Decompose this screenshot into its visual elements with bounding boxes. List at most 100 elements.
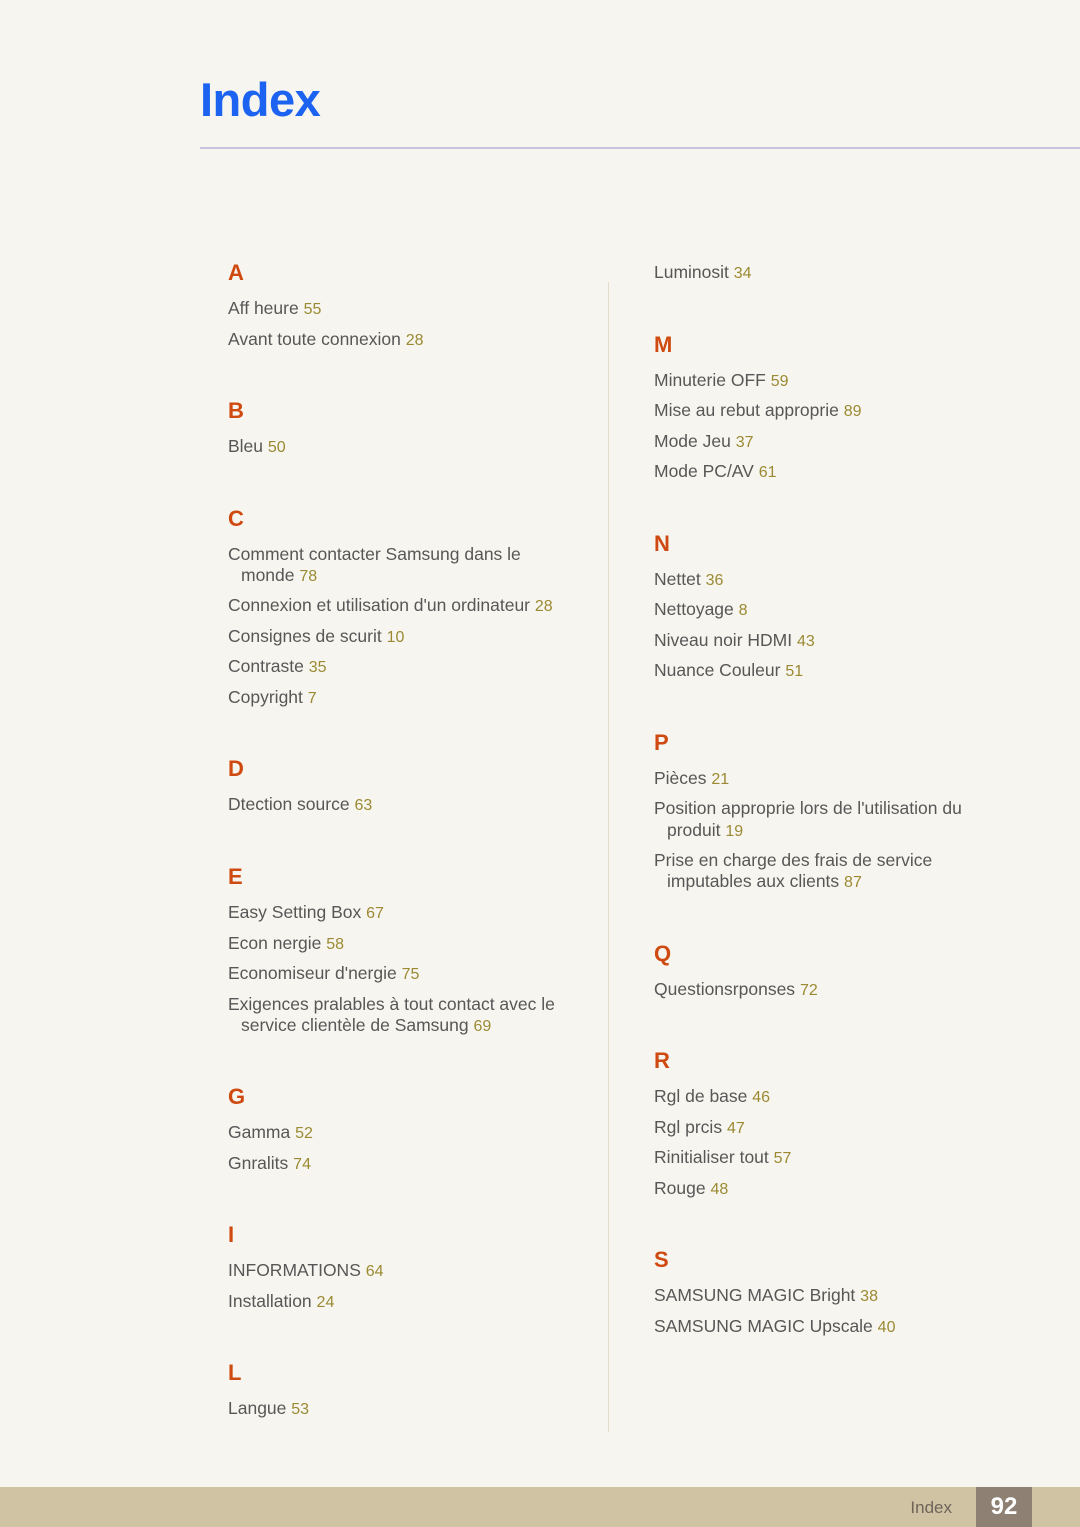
index-entry[interactable]: Gnralits 74 <box>228 1153 580 1175</box>
index-entry-text: Mise au rebut approprie <box>654 400 839 421</box>
index-entry-text: Rgl prcis <box>654 1116 723 1137</box>
index-letter-heading: G <box>228 1084 246 1110</box>
index-entry-page-number: 19 <box>725 822 744 840</box>
index-entry-page-number: 55 <box>303 301 322 318</box>
index-entry[interactable]: Rgl de base 46 <box>654 1086 1006 1108</box>
index-entry-text: Prise en charge des frais de service <box>654 850 933 871</box>
index-entry[interactable]: Position approprie lors de l'utilisation… <box>654 798 1006 841</box>
index-entry-text: Nuance Couleur <box>654 660 781 681</box>
index-entry-text: Questionsrponses <box>654 978 796 999</box>
index-entry[interactable]: Easy Setting Box 67 <box>228 902 580 924</box>
index-entry[interactable]: Nettoyage 8 <box>654 599 1006 621</box>
index-entry[interactable]: Nettet 36 <box>654 569 1006 591</box>
index-entry[interactable]: Gamma 52 <box>228 1122 580 1144</box>
index-entry[interactable]: Nuance Couleur 51 <box>654 660 1006 682</box>
index-entry[interactable]: Questionsrponses 72 <box>654 979 1006 1001</box>
index-entry-page-number: 10 <box>386 628 405 646</box>
index-entry[interactable]: Copyright 7 <box>228 687 580 709</box>
index-entry-page-number: 34 <box>733 265 752 282</box>
index-entry-page-number: 43 <box>796 632 815 650</box>
index-entry-page-number: 64 <box>365 1263 384 1281</box>
index-entry-text: Consignes de scurit <box>228 625 382 646</box>
index-entry[interactable]: SAMSUNG MAGIC Upscale 40 <box>654 1316 1006 1338</box>
index-entry-text-continued: imputables aux clients 87 <box>667 871 862 892</box>
index-entry-text: Pièces <box>654 767 707 788</box>
index-entry-page-number: 21 <box>711 770 730 788</box>
index-entry-page-number: 28 <box>534 598 553 616</box>
page-header: Index <box>0 0 1080 160</box>
index-letter-heading: R <box>654 1048 670 1074</box>
index-page: Index A Aff heure 55 Avant toute connexion… <box>0 0 1080 1527</box>
index-entry[interactable]: Niveau noir HDMI 43 <box>654 630 1006 652</box>
index-letter-heading: A <box>228 260 244 285</box>
index-entry-text: Gnralits <box>228 1152 289 1173</box>
index-entry[interactable]: Connexion et utilisation d'un ordinateur… <box>228 595 580 617</box>
index-entry[interactable]: Exigences pralables à tout contact avec … <box>228 994 580 1037</box>
index-entry[interactable]: Mode Jeu 37 <box>654 431 1006 453</box>
index-letter-heading: I <box>228 1222 235 1248</box>
index-entry[interactable]: Installation 24 <box>228 1291 580 1313</box>
index-entry[interactable]: Prise en charge des frais de service impu… <box>654 850 1006 893</box>
index-letter-group: Q Questionsrponses 72 <box>654 940 1014 1001</box>
index-entry-text: SAMSUNG MAGIC Bright <box>654 1285 856 1306</box>
index-entry-text: Mode PC/AV <box>654 461 754 482</box>
index-entry[interactable]: Mode PC/AV 61 <box>654 461 1006 483</box>
index-entry-text: Gamma <box>228 1122 291 1143</box>
index-letter-group: N Nettet 36 Nettoyage 8 Niveau noir HDMI 43… <box>654 532 1014 682</box>
index-entry[interactable]: Aff heure 55 <box>228 298 580 320</box>
index-entry[interactable]: INFORMATIONS 64 <box>228 1260 580 1282</box>
index-entry-text: Connexion et utilisation d'un ordinateur <box>228 595 531 616</box>
index-entry-page-number: 8 <box>738 602 748 620</box>
index-entry-text: Economiseur d'nergie <box>228 963 397 984</box>
index-entry[interactable]: Rinitialiser tout 57 <box>654 1147 1006 1169</box>
index-entry-page-number: 69 <box>473 1017 492 1035</box>
index-entry[interactable]: Mise au rebut approprie 89 <box>654 400 1006 422</box>
index-entry[interactable]: Econ nergie 58 <box>228 933 580 955</box>
index-entry-text: Bleu <box>228 436 264 457</box>
index-entry-text: Contraste <box>228 656 304 677</box>
index-entry-page-number: 50 <box>267 439 286 457</box>
index-entry-page-number: 47 <box>726 1119 745 1137</box>
index-entry[interactable]: Consignes de scurit 10 <box>228 626 580 648</box>
index-letter-group: M Minuterie OFF 59 Mise au rebut approprie… <box>654 333 1014 483</box>
index-entry-text: Niveau noir HDMI <box>654 629 793 650</box>
index-entry[interactable]: Pièces 21 <box>654 768 1006 790</box>
index-entry-text-continued: monde 78 <box>241 564 318 585</box>
index-entry-page-number: 58 <box>326 935 345 953</box>
index-entry-text: Mode Jeu <box>654 430 731 451</box>
page-title: Index <box>200 73 321 126</box>
index-entry[interactable]: Bleu 50 <box>228 436 580 458</box>
index-entry[interactable]: Comment contacter Samsung dans le monde 7… <box>228 544 580 587</box>
index-entry-page-number: 38 <box>860 1288 878 1306</box>
footer-page-box: 92 <box>976 1487 1032 1527</box>
index-letter-heading: P <box>654 729 669 755</box>
index-letter-heading: C <box>228 505 244 531</box>
index-entry[interactable]: Economiseur d'nergie 75 <box>228 963 580 985</box>
index-letter-heading: D <box>228 756 244 782</box>
index-entry-page-number: 78 <box>299 567 318 585</box>
index-letter-heading: Q <box>654 940 672 966</box>
index-letter-group: I INFORMATIONS 64 Installation 24 <box>228 1224 588 1312</box>
index-entry-text: INFORMATIONS <box>228 1260 361 1281</box>
index-entry-text: Exigences pralables à tout contact avec … <box>228 993 555 1014</box>
index-entry[interactable]: SAMSUNG MAGIC Bright 38 <box>654 1285 1006 1307</box>
index-entry-text: Avant toute connexion <box>228 328 401 349</box>
index-entry-text: Luminosit <box>654 262 729 282</box>
index-entry-text: Aff heure <box>228 298 299 318</box>
index-entry[interactable]: Rouge 48 <box>654 1178 1006 1200</box>
index-entry[interactable]: Minuterie OFF 59 <box>654 370 1006 392</box>
index-entry[interactable]: Dtection source 63 <box>228 794 580 816</box>
index-entry[interactable]: Luminosit 34 <box>654 262 1006 284</box>
index-entry[interactable]: Langue 53 <box>228 1398 580 1420</box>
index-entry-page-number: 53 <box>291 1401 310 1419</box>
footer-page-number: 92 <box>990 1493 1018 1520</box>
index-entry-page-number: 35 <box>308 659 327 677</box>
index-entry[interactable]: Contraste 35 <box>228 656 580 678</box>
index-entry-text-continued: service clientèle de Samsung 69 <box>241 1014 492 1035</box>
index-entry-text: Dtection source <box>228 794 350 815</box>
index-entry-text: Comment contacter Samsung dans le <box>228 543 521 564</box>
index-entry[interactable]: Rgl prcis 47 <box>654 1117 1006 1139</box>
index-entry-text-continued: produit 19 <box>667 819 744 840</box>
index-entry-text: Nettet <box>654 568 701 589</box>
index-entry[interactable]: Avant toute connexion 28 <box>228 329 580 351</box>
